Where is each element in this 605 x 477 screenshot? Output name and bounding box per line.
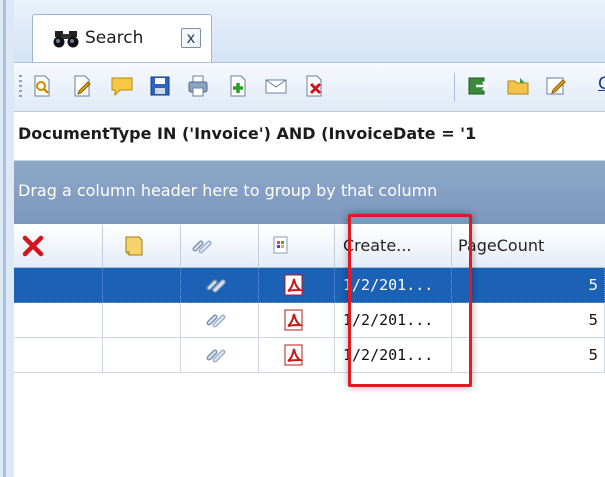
- toolbar: G: [14, 63, 605, 112]
- cell-pagecount[interactable]: 5: [452, 338, 605, 373]
- tab-search[interactable]: Search x: [32, 14, 212, 62]
- note-icon[interactable]: [110, 74, 134, 98]
- cell-filetype[interactable]: [259, 303, 335, 338]
- column-header-delete[interactable]: [14, 225, 103, 267]
- cell-filetype[interactable]: [259, 268, 335, 303]
- pdf-icon[interactable]: [283, 274, 305, 296]
- edit-index-icon[interactable]: [544, 74, 568, 98]
- red-x-icon: [22, 235, 44, 257]
- page-count: 5: [588, 311, 598, 329]
- toolbar-overflow-link[interactable]: G: [598, 74, 605, 94]
- page-count: 5: [588, 346, 598, 364]
- column-header-link[interactable]: [181, 225, 259, 267]
- tab-label: Search: [85, 28, 144, 48]
- delete-document-icon[interactable]: [302, 74, 326, 98]
- cell-pagecount[interactable]: 5: [452, 268, 605, 303]
- edit-document-icon[interactable]: [70, 74, 94, 98]
- cell-link[interactable]: [181, 338, 259, 373]
- group-by-panel[interactable]: Drag a column header here to group by th…: [14, 161, 605, 224]
- email-icon[interactable]: [264, 74, 288, 98]
- binoculars-icon: [53, 29, 79, 49]
- cell-filetype[interactable]: [259, 338, 335, 373]
- query-expression: DocumentType IN ('Invoice') AND (Invoice…: [18, 124, 477, 143]
- cell-note[interactable]: [103, 338, 181, 373]
- save-icon[interactable]: [148, 74, 172, 98]
- page-count: 5: [588, 276, 598, 294]
- cell-delete[interactable]: [14, 338, 103, 373]
- view-document-icon[interactable]: [30, 74, 54, 98]
- toolbar-separator: [454, 73, 455, 101]
- cell-delete[interactable]: [14, 303, 103, 338]
- highlight-box: [348, 214, 472, 387]
- note-icon: [123, 235, 145, 257]
- link-icon[interactable]: [205, 344, 227, 366]
- pdf-icon[interactable]: [283, 344, 305, 366]
- close-tab-button[interactable]: x: [181, 28, 201, 48]
- column-header-pagecount[interactable]: PageCount: [452, 225, 605, 267]
- table-row[interactable]: 1/2/201... 5: [14, 338, 605, 373]
- file-type-icon: [273, 236, 289, 254]
- link-icon: [191, 235, 213, 257]
- column-header-filetype[interactable]: [259, 225, 335, 267]
- table-row[interactable]: 1/2/201... 5: [14, 268, 605, 303]
- column-header-note[interactable]: [103, 225, 181, 267]
- link-icon[interactable]: [205, 309, 227, 331]
- cell-note[interactable]: [103, 268, 181, 303]
- group-by-hint: Drag a column header here to group by th…: [18, 181, 438, 200]
- link-icon[interactable]: [205, 274, 227, 296]
- cell-pagecount[interactable]: 5: [452, 303, 605, 338]
- open-folder-icon[interactable]: [506, 74, 530, 98]
- cell-note[interactable]: [103, 303, 181, 338]
- table-row[interactable]: 1/2/201... 5: [14, 303, 605, 338]
- tab-strip: Search x: [14, 0, 605, 63]
- search-window: Search x G DocumentType IN ('Invoice') A…: [14, 0, 605, 477]
- export-icon[interactable]: [466, 74, 490, 98]
- cell-link[interactable]: [181, 268, 259, 303]
- query-bar: DocumentType IN ('Invoice') AND (Invoice…: [14, 112, 605, 161]
- grid-header: Create... PageCount: [14, 225, 605, 268]
- print-icon[interactable]: [186, 74, 210, 98]
- add-page-icon[interactable]: [226, 74, 250, 98]
- cell-link[interactable]: [181, 303, 259, 338]
- toolbar-grip[interactable]: [19, 75, 22, 99]
- left-panel-edge: [0, 0, 14, 477]
- pdf-icon[interactable]: [283, 309, 305, 331]
- cell-delete[interactable]: [14, 268, 103, 303]
